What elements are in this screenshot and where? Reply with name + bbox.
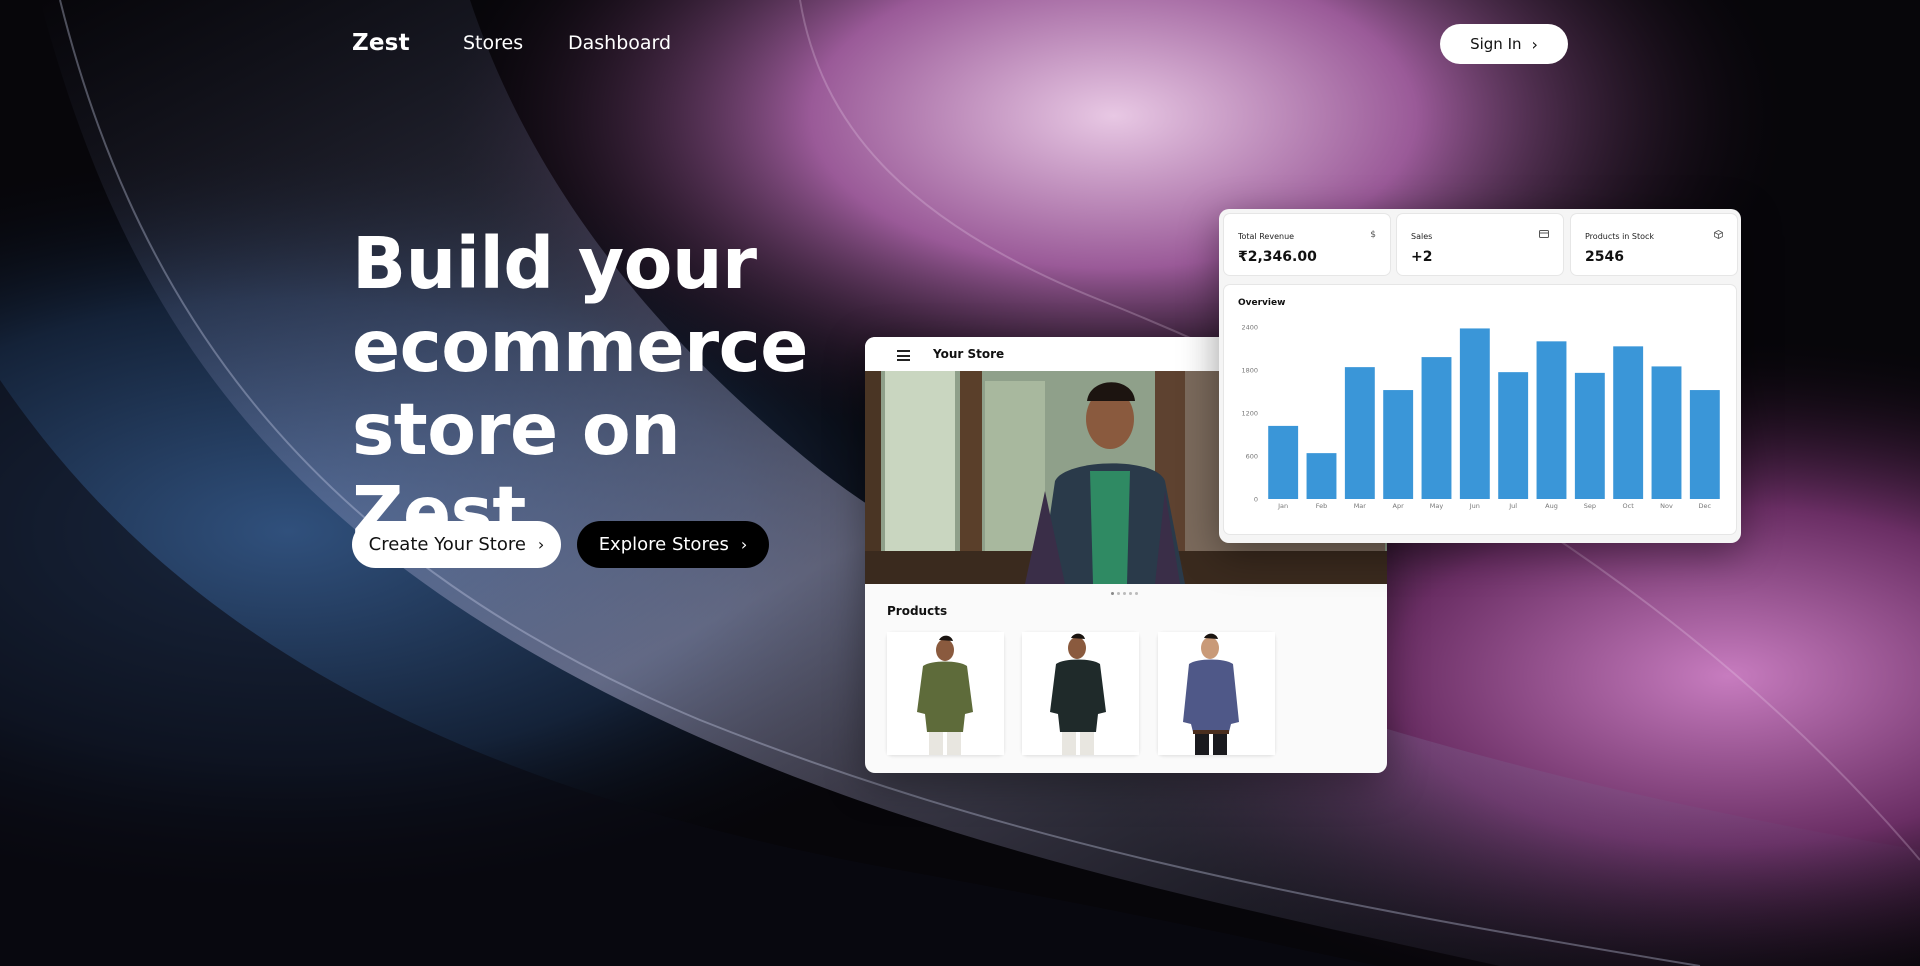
y-tick-label: 2400 (1241, 324, 1258, 332)
explore-stores-label: Explore Stores (598, 534, 729, 555)
products-heading: Products (887, 604, 948, 618)
package-icon (1714, 230, 1723, 242)
y-tick-label: 1800 (1241, 367, 1258, 375)
bar-nov (1651, 366, 1682, 499)
brand-logo[interactable]: Zest (352, 30, 410, 56)
explore-stores-button[interactable]: Explore Stores › (577, 521, 769, 568)
chevron-right-icon: › (740, 535, 748, 554)
stat-value: +2 (1411, 249, 1433, 265)
product-card[interactable] (1022, 632, 1139, 755)
dollar-icon: $ (1370, 230, 1376, 240)
x-tick-label: Nov (1660, 502, 1673, 510)
bar-aug (1536, 341, 1567, 499)
overview-bar-chart: 0 600 1200 1800 2400 Jan Feb Mar Apr May Jun Jul Aug… (1241, 324, 1720, 510)
x-tick-label: Aug (1545, 502, 1558, 510)
bar-feb (1306, 453, 1337, 499)
bar-jul (1498, 372, 1529, 499)
bar-mar (1344, 367, 1375, 499)
bar-jan (1268, 425, 1299, 499)
chevron-right-icon: › (537, 535, 545, 554)
product-card[interactable] (887, 632, 1004, 755)
x-tick-label: Jul (1508, 502, 1517, 510)
carousel-dots[interactable] (1111, 592, 1138, 595)
create-store-button[interactable]: Create Your Store › (352, 521, 561, 568)
bar-dec (1689, 390, 1720, 499)
x-tick-label: Apr (1393, 502, 1405, 510)
bar-apr (1383, 390, 1414, 499)
x-tick-label: Sep (1584, 502, 1596, 510)
hero-title-line: Build your (352, 222, 757, 305)
x-tick-label: Feb (1316, 502, 1328, 510)
bar-oct (1613, 346, 1644, 499)
overview-title: Overview (1238, 298, 1286, 308)
menu-icon[interactable] (897, 350, 910, 361)
x-tick-label: Jan (1277, 502, 1288, 510)
stat-card-products-in-stock: Products in Stock 2546 (1571, 214, 1737, 275)
credit-card-icon (1539, 230, 1549, 241)
hero-title: Build your ecommerce store on Zest (352, 222, 812, 554)
product-image (1158, 632, 1275, 755)
x-tick-label: Oct (1623, 502, 1635, 510)
stat-card-sales: Sales +2 (1397, 214, 1563, 275)
dashboard-preview-card: Total Revenue $ ₹2,346.00 Sales +2 Produ… (1219, 209, 1741, 543)
chevron-right-icon: › (1531, 34, 1538, 54)
top-nav: Zest Stores Dashboard Sign In › (352, 22, 1568, 66)
x-tick-label: Mar (1354, 502, 1367, 510)
x-tick-label: Dec (1699, 502, 1712, 510)
create-store-label: Create Your Store (368, 534, 526, 555)
store-name: Your Store (933, 347, 1005, 361)
bar-may (1421, 357, 1452, 499)
nav-link-dashboard[interactable]: Dashboard (568, 32, 671, 54)
sign-in-label: Sign In (1470, 35, 1522, 53)
x-tick-label: May (1430, 502, 1444, 510)
stat-value: ₹2,346.00 (1238, 249, 1317, 265)
bar-sep (1574, 372, 1605, 499)
bar-jun (1459, 328, 1490, 499)
overview-chart-panel: 0 600 1200 1800 2400 Jan Feb Mar Apr May Jun Jul Aug… (1224, 285, 1736, 534)
sign-in-button[interactable]: Sign In › (1440, 24, 1568, 64)
product-image (887, 632, 1004, 755)
x-tick-label: Jun (1469, 502, 1480, 510)
product-card[interactable] (1158, 632, 1275, 755)
y-tick-label: 0 (1254, 496, 1258, 504)
nav-link-stores[interactable]: Stores (463, 32, 523, 54)
hero-title-line: ecommerce (352, 305, 808, 388)
stat-card-total-revenue: Total Revenue $ ₹2,346.00 (1224, 214, 1390, 275)
stat-value: 2546 (1585, 249, 1624, 265)
y-tick-label: 1200 (1241, 410, 1258, 418)
stat-label: Sales (1411, 232, 1433, 241)
stat-label: Total Revenue (1238, 232, 1295, 241)
stat-label: Products in Stock (1585, 232, 1655, 241)
product-image (1022, 632, 1139, 755)
y-tick-label: 600 (1246, 453, 1258, 461)
